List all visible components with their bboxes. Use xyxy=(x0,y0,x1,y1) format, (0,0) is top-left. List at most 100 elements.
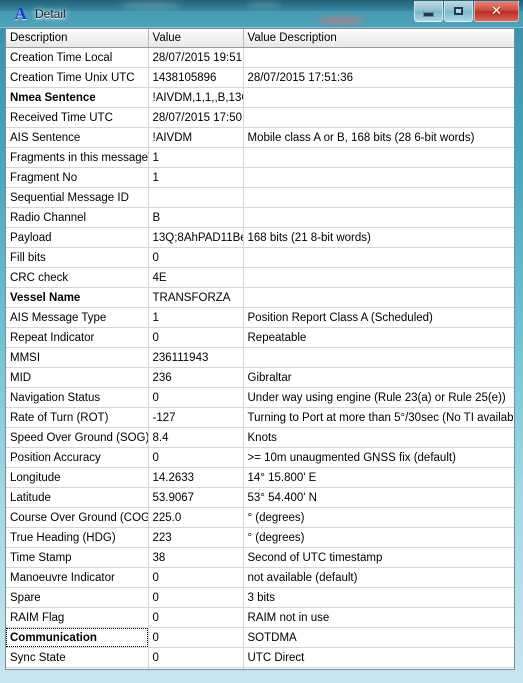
table-row[interactable]: Sequential Message ID xyxy=(6,187,514,208)
cell-value-description[interactable] xyxy=(243,347,514,368)
cell-description[interactable]: Fragments in this message xyxy=(6,147,149,168)
cell-value[interactable]: 1438105896 xyxy=(148,67,244,88)
cell-description[interactable]: Repeat Indicator xyxy=(6,327,149,348)
cell-value-description[interactable]: Position Report Class A (Scheduled) xyxy=(243,307,514,328)
cell-description[interactable]: Manoeuvre Indicator xyxy=(6,567,149,588)
table-row[interactable]: True Heading (HDG) 223 ° (degrees) xyxy=(6,527,514,548)
cell-description[interactable]: Sync State xyxy=(6,647,149,668)
cell-value[interactable] xyxy=(148,187,244,208)
cell-description[interactable]: RAIM Flag xyxy=(6,607,149,628)
cell-value[interactable]: 53.9067 xyxy=(148,487,244,508)
table-row[interactable]: Creation Time Local 28/07/2015 19:51 xyxy=(6,47,514,68)
cell-value-description[interactable]: not available (default) xyxy=(243,567,514,588)
cell-value-description[interactable] xyxy=(243,247,514,268)
close-button[interactable]: ✕ xyxy=(474,1,519,22)
table-row[interactable]: Received Time UTC 28/07/2015 17:50 xyxy=(6,107,514,128)
cell-value-description[interactable]: ° (degrees) xyxy=(243,527,514,548)
table-row[interactable]: MMSI 236111943 xyxy=(6,347,514,368)
cell-value[interactable]: -127 xyxy=(148,407,244,428)
cell-value-description[interactable]: Knots xyxy=(243,427,514,448)
cell-value-description[interactable]: 3 bits xyxy=(243,587,514,608)
cell-value[interactable]: 8.4 xyxy=(148,427,244,448)
table-row[interactable]: Manoeuvre Indicator 0 not available (defau… xyxy=(6,567,514,588)
cell-description[interactable]: Fragment No xyxy=(6,167,149,188)
cell-description[interactable]: Received Time UTC xyxy=(6,107,149,128)
cell-value[interactable]: !AIVDM xyxy=(148,127,244,148)
cell-value-description[interactable] xyxy=(243,107,514,128)
cell-value[interactable]: 223 xyxy=(148,527,244,548)
cell-value[interactable]: 0 xyxy=(148,607,244,628)
cell-value-description[interactable]: Gibraltar xyxy=(243,367,514,388)
table-row[interactable]: AIS Sentence !AIVDM Mobile class A or B, 1… xyxy=(6,127,514,148)
table-row[interactable]: Rate of Turn (ROT) -127 Turning to Port at… xyxy=(6,407,514,428)
cell-value[interactable]: 0 xyxy=(148,587,244,608)
cell-description[interactable]: Course Over Ground (COG) xyxy=(6,507,149,528)
cell-description[interactable]: Creation Time Unix UTC xyxy=(6,67,149,88)
cell-value[interactable]: 0 xyxy=(148,327,244,348)
cell-value-description[interactable] xyxy=(243,47,514,68)
cell-value-description[interactable] xyxy=(243,207,514,228)
table-row[interactable]: Payload 13Q;8AhPAD11Be 168 bits (21 8-bit … xyxy=(6,227,514,248)
cell-value-description[interactable]: Under way using engine (Rule 23(a) or Ru… xyxy=(243,387,514,408)
minimize-button[interactable] xyxy=(414,1,443,22)
cell-description[interactable]: Rate of Turn (ROT) xyxy=(6,407,149,428)
table-row[interactable]: Creation Time Unix UTC 1438105896 28/07/20… xyxy=(6,67,514,88)
cell-value-description[interactable]: ° (degrees) xyxy=(243,507,514,528)
table-row[interactable]: Fragments in this message 1 xyxy=(6,147,514,168)
cell-description[interactable]: Payload xyxy=(6,227,149,248)
table-row[interactable]: Time Stamp 38 Second of UTC timestamp xyxy=(6,547,514,568)
cell-value[interactable]: B xyxy=(148,207,244,228)
cell-description[interactable]: True Heading (HDG) xyxy=(6,527,149,548)
cell-value-description[interactable] xyxy=(243,287,514,308)
table-row[interactable]: Fragment No 1 xyxy=(6,167,514,188)
cell-value[interactable]: 1 xyxy=(148,167,244,188)
cell-description[interactable]: Slot Time-out xyxy=(6,667,149,669)
cell-value-description[interactable]: Mobile class A or B, 168 bits (28 6-bit … xyxy=(243,127,514,148)
cell-value[interactable]: 236111943 xyxy=(148,347,244,368)
cell-value[interactable]: 225.0 xyxy=(148,507,244,528)
table-row[interactable]: Speed Over Ground (SOG) 8.4 Knots xyxy=(6,427,514,448)
cell-value[interactable]: TRANSFORZA xyxy=(148,287,244,308)
cell-value[interactable]: 0 xyxy=(148,387,244,408)
cell-description[interactable]: Time Stamp xyxy=(6,547,149,568)
cell-value[interactable]: 6 xyxy=(148,667,244,669)
column-header-description[interactable]: Description xyxy=(6,29,149,48)
cell-value[interactable]: 28/07/2015 17:50 xyxy=(148,107,244,128)
table-row[interactable]: Position Accuracy 0 >= 10m unaugmented GNS… xyxy=(6,447,514,468)
maximize-button[interactable] xyxy=(444,1,473,22)
cell-value[interactable]: 28/07/2015 19:51 xyxy=(148,47,244,68)
table-row[interactable]: Sync State 0 UTC Direct xyxy=(6,647,514,668)
cell-value[interactable]: 236 xyxy=(148,367,244,388)
cell-description[interactable]: Position Accuracy xyxy=(6,447,149,468)
cell-value[interactable]: !AIVDM,1,1,,B,13C xyxy=(148,87,244,108)
cell-description[interactable]: AIS Message Type xyxy=(6,307,149,328)
cell-value-description[interactable]: 14° 15.800' E xyxy=(243,467,514,488)
cell-description[interactable]: Speed Over Ground (SOG) xyxy=(6,427,149,448)
cell-description[interactable]: Spare xyxy=(6,587,149,608)
table-row[interactable]: Longitude 14.2633 14° 15.800' E xyxy=(6,467,514,488)
cell-value-description[interactable] xyxy=(243,267,514,288)
cell-value-description[interactable] xyxy=(243,147,514,168)
table-row[interactable]: Repeat Indicator 0 Repeatable xyxy=(6,327,514,348)
table-row[interactable]: CRC check 4E xyxy=(6,267,514,288)
table-row[interactable]: Course Over Ground (COG) 225.0 ° (degrees) xyxy=(6,507,514,528)
cell-value[interactable]: 4E xyxy=(148,267,244,288)
cell-description[interactable]: AIS Sentence xyxy=(6,127,149,148)
cell-value-description[interactable]: RAIM not in use xyxy=(243,607,514,628)
cell-value[interactable]: 0 xyxy=(148,627,244,648)
cell-value-description[interactable]: 168 bits (21 8-bit words) xyxy=(243,227,514,248)
cell-description[interactable]: MMSI xyxy=(6,347,149,368)
table-row[interactable]: Navigation Status 0 Under way using engine… xyxy=(6,387,514,408)
cell-description[interactable]: Communication xyxy=(6,627,149,648)
cell-description[interactable]: Vessel Name xyxy=(6,287,149,308)
table-row[interactable]: MID 236 Gibraltar xyxy=(6,367,514,388)
table-row[interactable]: Communication 0 SOTDMA xyxy=(6,627,514,648)
table-row[interactable]: Radio Channel B xyxy=(6,207,514,228)
table-row[interactable]: Vessel Name TRANSFORZA xyxy=(6,287,514,308)
table-row[interactable]: AIS Message Type 1 Position Report Class A… xyxy=(6,307,514,328)
title-bar[interactable]: A Detail ✕ xyxy=(0,0,523,28)
cell-value-description[interactable] xyxy=(243,87,514,108)
cell-value-description[interactable]: UTC Direct xyxy=(243,647,514,668)
table-row[interactable]: Slot Time-out6Slots Left xyxy=(6,667,514,669)
cell-value-description[interactable]: Second of UTC timestamp xyxy=(243,547,514,568)
